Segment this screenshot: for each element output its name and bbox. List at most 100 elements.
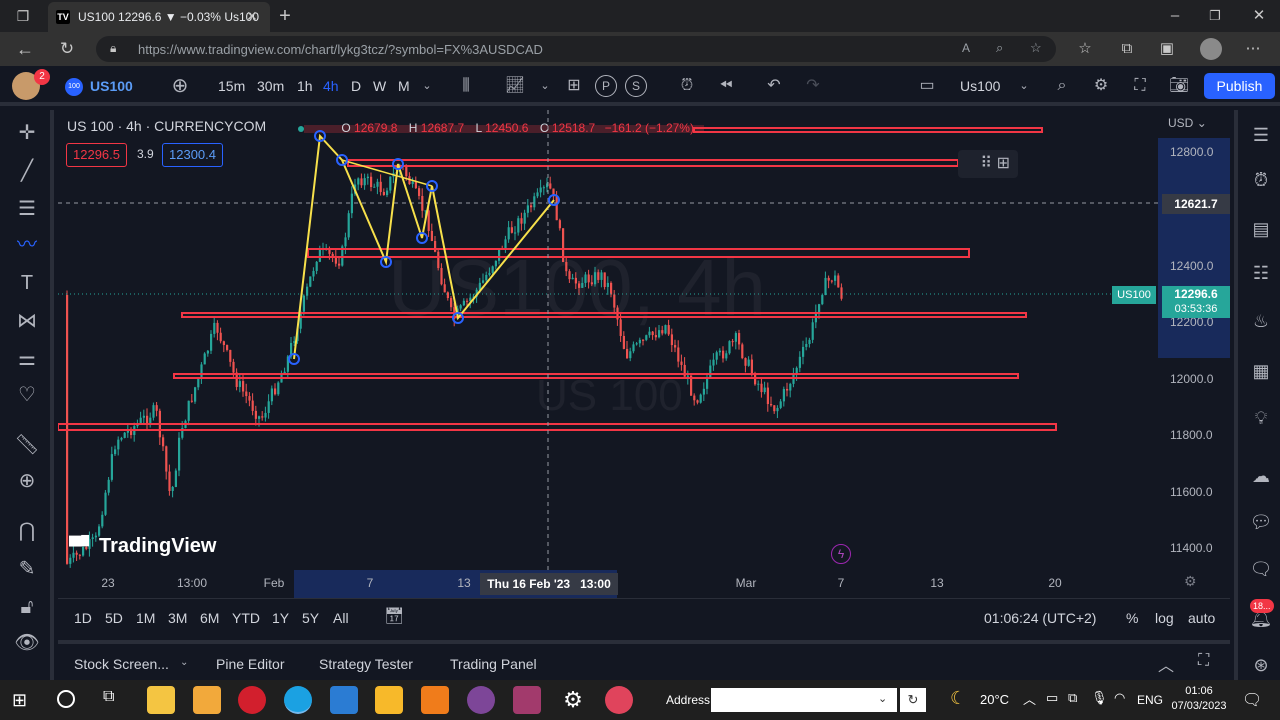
read-aloud-icon[interactable]: A [962,41,970,55]
stock-screener-dropdown-icon[interactable]: ⌄ [180,657,188,668]
range-6m[interactable]: 6M [200,599,219,637]
timezone-clock[interactable]: 01:06:24 (UTC+2) [984,599,1096,637]
text-icon[interactable]: T [12,268,42,298]
pine-s-icon[interactable]: S [625,75,647,97]
compare-add-icon[interactable]: ⊕ [167,73,193,99]
recorder-icon[interactable] [605,686,633,714]
opera-icon[interactable] [238,686,266,714]
tray-lang[interactable]: ENG [1137,693,1163,707]
search-icon[interactable]: ⌕ [1049,73,1075,99]
calendar-icon[interactable]: ▦ [1246,356,1276,386]
stay-drawing-icon[interactable]: ✎ [12,554,42,584]
lock-drawings-icon[interactable]: 🔓︎ [12,592,42,622]
range-ytd[interactable]: YTD [232,599,260,637]
object-tree-icon[interactable]: ⠿ ⊞ [958,150,1018,178]
pine-p-icon[interactable]: P [595,75,617,97]
tray-mic-icon[interactable]: 🎙︎ [1091,690,1108,706]
interval-W[interactable]: W [373,66,386,106]
tab-trading-panel[interactable]: Trading Panel [450,644,537,684]
chart-pane[interactable]: US100, 4h US 100 12800.0 12400.0 12200.0 1200… [58,110,1230,598]
collections-icon[interactable]: ⧉ [1114,36,1140,62]
edge-icon[interactable] [284,686,312,714]
tray-wifi-icon[interactable]: ◠ [1114,690,1125,706]
action-center-icon[interactable]: 🗨︎ [1242,690,1262,710]
ideas-bulb-icon[interactable]: 💡︎ [1246,403,1276,433]
range-all[interactable]: All [333,599,349,637]
data-window-icon[interactable]: ☷ [1246,258,1276,288]
lightning-icon[interactable]: ϟ [831,544,851,564]
minimize-icon[interactable]: – [1162,3,1188,29]
refresh-icon[interactable]: ↻ [54,36,80,62]
media-player-icon[interactable] [375,686,403,714]
hide-drawings-icon[interactable]: 👁︎ [12,628,42,658]
log-scale-toggle[interactable]: log [1155,599,1174,637]
tray-clock[interactable]: 01:06 07/03/2023 [1166,684,1232,714]
pattern-icon[interactable]: 〰 [12,230,42,260]
chart-title[interactable]: US 100 · 4h · CURRENCYCOM [67,118,266,134]
replay-icon[interactable]: ⏪︎ [713,73,739,99]
alert-icon[interactable]: ⏰︎ [674,73,700,99]
tor-icon[interactable] [467,686,495,714]
tracking-icon[interactable]: ☆ [1030,40,1042,56]
interval-15m[interactable]: 15m [218,66,245,106]
tray-battery-icon[interactable]: ▭ [1046,690,1058,706]
profile-avatar[interactable] [1200,38,1222,60]
task-view-icon[interactable]: ⧉ [103,688,114,706]
maximize-panel-icon[interactable]: ⛶ [1198,652,1209,670]
templates-icon[interactable]: ⊞ [561,73,587,99]
percent-scale-toggle[interactable]: % [1126,599,1138,637]
ask-button[interactable]: 12300.4 [162,143,223,167]
interval-D[interactable]: D [351,66,361,106]
taskbar-address-input[interactable] [711,688,897,712]
range-1m[interactable]: 1M [136,599,155,637]
messages-icon[interactable]: 🗨︎ [1246,554,1276,584]
fib-icon[interactable]: ☰ [12,194,42,224]
trend-line-icon[interactable]: ╱ [12,156,42,186]
tray-chevron-icon[interactable]: ︿ [1023,689,1036,708]
tray-device-icon[interactable]: ⧉ [1068,690,1077,706]
ruler-icon[interactable]: 📏︎ [12,430,42,460]
indicators-icon[interactable]: 📈︎ [502,73,528,99]
search-circle-icon[interactable] [57,690,75,708]
layout-dropdown-icon[interactable]: ⌄ [1011,73,1037,99]
extensions-icon[interactable]: ▣ [1154,36,1180,62]
browser-tab[interactable]: TV US100 12296.6 ▼ −0.03% Us100 ✕ [48,2,270,32]
range-3m[interactable]: 3M [168,599,187,637]
magnet-icon[interactable]: ⋂ [12,516,42,546]
streams-icon[interactable]: ☁ [1246,461,1276,491]
heart-icon[interactable]: ♡ [12,380,42,410]
interval-1h[interactable]: 1h [297,66,313,106]
settings-gear-icon[interactable]: ⚙︎ [559,686,587,714]
chats-icon[interactable]: 💬︎ [1246,507,1276,537]
collapse-panel-icon[interactable]: ︿ [1158,652,1174,676]
hotlist-fire-icon[interactable]: ♨ [1246,306,1276,336]
interval-30m[interactable]: 30m [257,66,284,106]
auto-scale-toggle[interactable]: auto [1188,599,1215,637]
more-icon[interactable]: ⋯ [1240,36,1266,62]
fullscreen-icon[interactable]: ⛶ [1127,73,1153,99]
start-icon[interactable]: ⊞ [12,690,32,710]
watchlist-icon[interactable]: ☰ [1246,120,1276,150]
interval-4h[interactable]: 4h [323,66,339,106]
zoom-in-icon[interactable]: ⊕ [12,466,42,496]
range-5d[interactable]: 5D [105,599,123,637]
help-icon[interactable]: ⊛ [1246,650,1276,680]
close-tab-icon[interactable]: ✕ [246,8,258,25]
indicators-dropdown-icon[interactable]: ⌄ [532,73,558,99]
weather-temp[interactable]: 20°C [980,692,1009,707]
layout-name[interactable]: Us100 [960,66,1000,106]
weather-moon-icon[interactable]: ☾ [950,688,966,709]
currency-label[interactable]: USD ⌄ [1168,116,1207,130]
candles-chart-type-icon[interactable]: ⫼ [453,73,479,99]
snapshot-camera-icon[interactable]: 📷︎ [1166,73,1192,99]
tab-stock-screener[interactable]: Stock Screen... [74,644,169,684]
winrar-icon[interactable] [513,686,541,714]
range-1d[interactable]: 1D [74,599,92,637]
redo-icon[interactable]: ↷ [800,73,826,99]
url-field[interactable]: 🔒︎ https://www.tradingview.com/chart/lyk… [96,36,1056,62]
interval-M[interactable]: M [398,66,410,106]
prediction-icon[interactable]: ⚌ [12,344,42,374]
address-go-icon[interactable]: ↻ [900,688,926,712]
publish-button[interactable]: Publish [1204,73,1275,99]
interval-dropdown-icon[interactable]: ⌄ [414,73,440,99]
